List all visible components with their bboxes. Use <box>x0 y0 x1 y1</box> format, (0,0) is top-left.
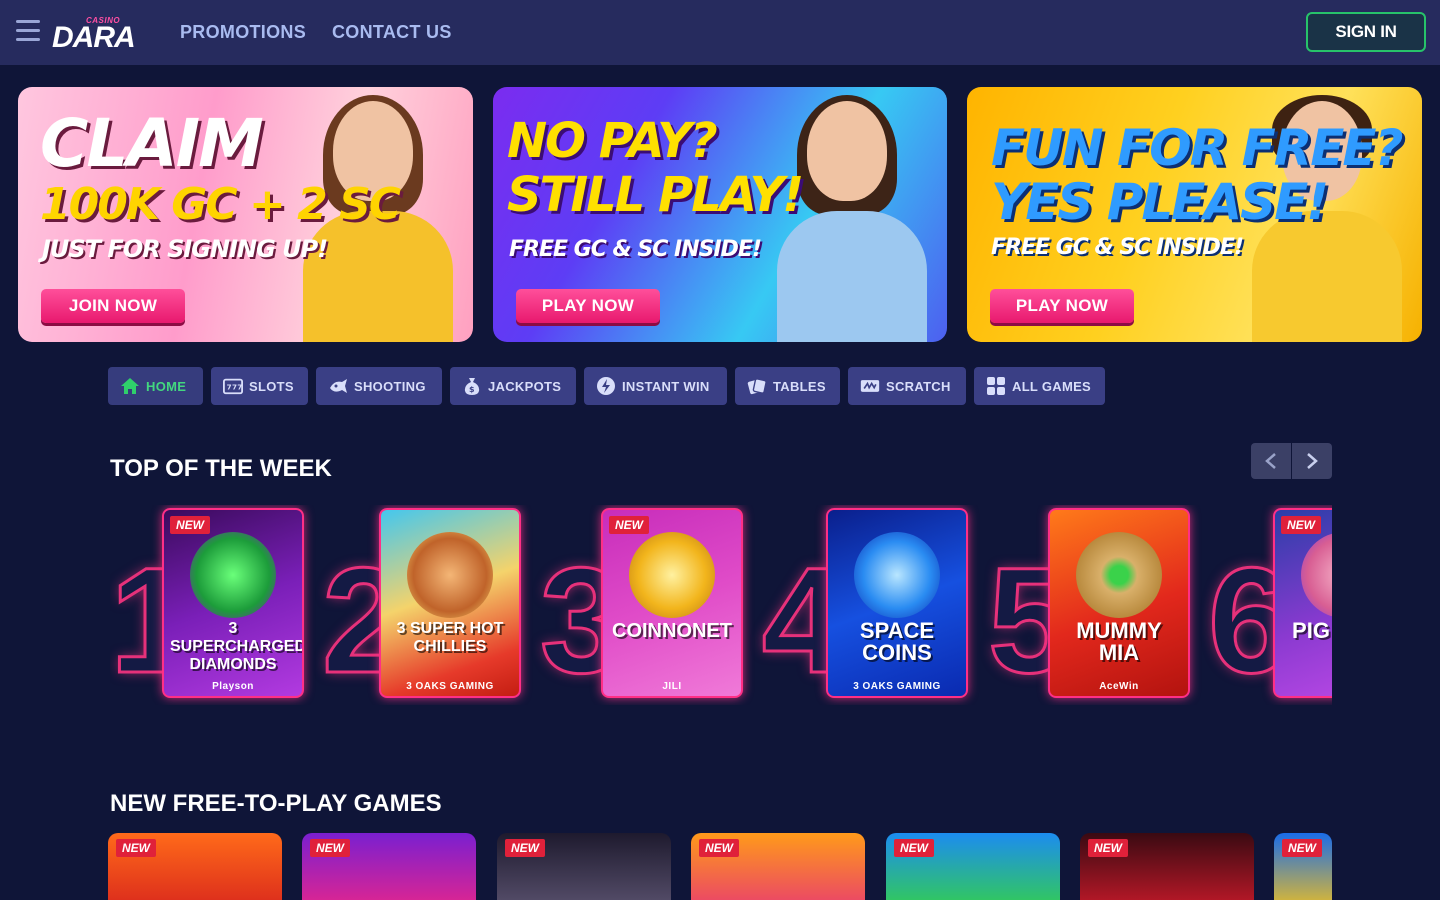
money-bag-icon: $ <box>462 376 482 396</box>
promo-banner-claim[interactable]: CLAIM 100K GC + 2 SC JUST FOR SIGNING UP… <box>18 87 473 342</box>
game-tile[interactable]: NEW <box>886 833 1060 900</box>
game-tile[interactable]: NEW <box>1274 833 1332 900</box>
svg-text:$: $ <box>469 385 475 394</box>
game-provider: 3 OAKS GAMING <box>853 681 941 692</box>
game-title: MUMMY MIA <box>1076 618 1162 665</box>
fish-icon <box>328 376 348 396</box>
sign-in-button[interactable]: SIGN IN <box>1306 12 1426 52</box>
play-now-button[interactable]: PLAY NOW <box>516 289 660 323</box>
category-shooting[interactable]: SHOOTING <box>316 367 442 405</box>
category-label: JACKPOTS <box>488 378 562 394</box>
banner-headline-2: YES PLEASE! <box>991 173 1329 231</box>
menu-icon[interactable] <box>16 20 40 44</box>
home-icon <box>120 376 140 396</box>
banner-headline: FUN FOR FREE? <box>991 119 1404 177</box>
svg-text:777: 777 <box>227 383 243 392</box>
category-label: SHOOTING <box>354 378 426 394</box>
game-title: SPACE COINS <box>859 618 935 665</box>
banner-headline: NO PAY? <box>507 113 718 169</box>
category-label: SCRATCH <box>886 378 951 394</box>
banner-subtext: FREE GC & SC INSIDE! <box>509 237 762 262</box>
game-title: COINNONET <box>612 620 732 642</box>
top-of-week-carousel: 1 NEW 3 SUPERCHARGED DIAMONDS Playson 2 … <box>110 505 1332 705</box>
game-card-space-coins[interactable]: SPACE COINS 3 OAKS GAMING <box>826 508 968 698</box>
top-header: CASINO DARA PROMOTIONS CONTACT US SIGN I… <box>0 0 1440 65</box>
game-card-super-hot-chillies[interactable]: 3 SUPER HOT CHILLIES 3 OAKS GAMING <box>379 508 521 698</box>
new-badge: NEW <box>1282 839 1322 857</box>
new-badge: NEW <box>699 839 739 857</box>
category-label: SLOTS <box>249 378 294 394</box>
top-of-week-title: TOP OF THE WEEK <box>110 455 332 482</box>
category-slots[interactable]: 777 SLOTS <box>211 367 308 405</box>
game-card-mummy-mia[interactable]: MUMMY MIA AceWin <box>1048 508 1190 698</box>
category-label: TABLES <box>773 378 826 394</box>
game-provider: JILI <box>662 681 682 692</box>
banner-offer: 100K GC + 2 SC <box>40 179 401 230</box>
scratch-card-icon <box>860 376 880 396</box>
game-title: 3 SUPERCHARGED DIAMONDS <box>170 620 304 673</box>
game-provider: Playson <box>212 681 254 692</box>
banner-headline-2: STILL PLAY! <box>507 167 804 223</box>
category-jackpots[interactable]: $ JACKPOTS <box>450 367 576 405</box>
game-provider: AceWin <box>1099 681 1139 692</box>
grid-icon <box>986 376 1006 396</box>
carousel-prev-button[interactable] <box>1251 443 1291 479</box>
game-card-coinnonet[interactable]: NEW COINNONET JILI <box>601 508 743 698</box>
carousel-arrows <box>1251 443 1332 479</box>
game-tile[interactable]: NEW <box>302 833 476 900</box>
new-badge: NEW <box>310 839 350 857</box>
new-badge: NEW <box>894 839 934 857</box>
game-provider: 3 OAKS GAMING <box>406 681 494 692</box>
banner-subtext: FREE GC & SC INSIDE! <box>991 235 1244 260</box>
new-badge: NEW <box>1281 516 1321 534</box>
game-card-pig-fort[interactable]: NEW PIG FORT A <box>1273 508 1332 698</box>
new-badge: NEW <box>170 516 210 534</box>
new-badge: NEW <box>609 516 649 534</box>
nav-promotions[interactable]: PROMOTIONS <box>180 22 306 43</box>
game-title: 3 SUPER HOT CHILLIES <box>396 620 504 655</box>
game-tile[interactable]: NEW <box>108 833 282 900</box>
game-tile[interactable]: NEW <box>1080 833 1254 900</box>
new-badge: NEW <box>1088 839 1128 857</box>
category-scratch[interactable]: SCRATCH <box>848 367 966 405</box>
lightning-icon <box>596 376 616 396</box>
category-label: HOME <box>146 378 187 394</box>
chevron-right-icon <box>1307 453 1318 469</box>
category-tables[interactable]: TABLES <box>735 367 840 405</box>
chevron-left-icon <box>1265 453 1276 469</box>
category-label: ALL GAMES <box>1012 378 1092 394</box>
game-title: PIG FORT <box>1292 618 1332 643</box>
promo-banner-no-pay[interactable]: NO PAY? STILL PLAY! FREE GC & SC INSIDE!… <box>493 87 947 342</box>
banner-subtext: JUST FOR SIGNING UP! <box>42 235 328 263</box>
promo-banner-fun-for-free[interactable]: FUN FOR FREE? YES PLEASE! FREE GC & SC I… <box>967 87 1422 342</box>
category-all-games[interactable]: ALL GAMES <box>974 367 1105 405</box>
logo-dara-text: DARA <box>52 21 136 54</box>
join-now-button[interactable]: JOIN NOW <box>41 289 185 323</box>
logo[interactable]: CASINO DARA <box>52 14 142 54</box>
category-label: INSTANT WIN <box>622 378 710 394</box>
new-free-games-title: NEW FREE-TO-PLAY GAMES <box>110 790 442 817</box>
game-card-supercharged-diamonds[interactable]: NEW 3 SUPERCHARGED DIAMONDS Playson <box>162 508 304 698</box>
new-badge: NEW <box>116 839 156 857</box>
game-provider: A <box>1275 681 1332 692</box>
new-badge: NEW <box>505 839 545 857</box>
category-instant-win[interactable]: INSTANT WIN <box>584 367 727 405</box>
banner-headline: CLAIM <box>40 105 264 182</box>
nav-contact-us[interactable]: CONTACT US <box>332 22 452 43</box>
carousel-next-button[interactable] <box>1292 443 1332 479</box>
slot-machine-icon: 777 <box>223 376 243 396</box>
cards-icon <box>747 376 767 396</box>
game-tile[interactable]: NEW <box>691 833 865 900</box>
game-tile[interactable]: NEW <box>497 833 671 900</box>
category-home[interactable]: HOME <box>108 367 203 405</box>
play-now-button[interactable]: PLAY NOW <box>990 289 1134 323</box>
